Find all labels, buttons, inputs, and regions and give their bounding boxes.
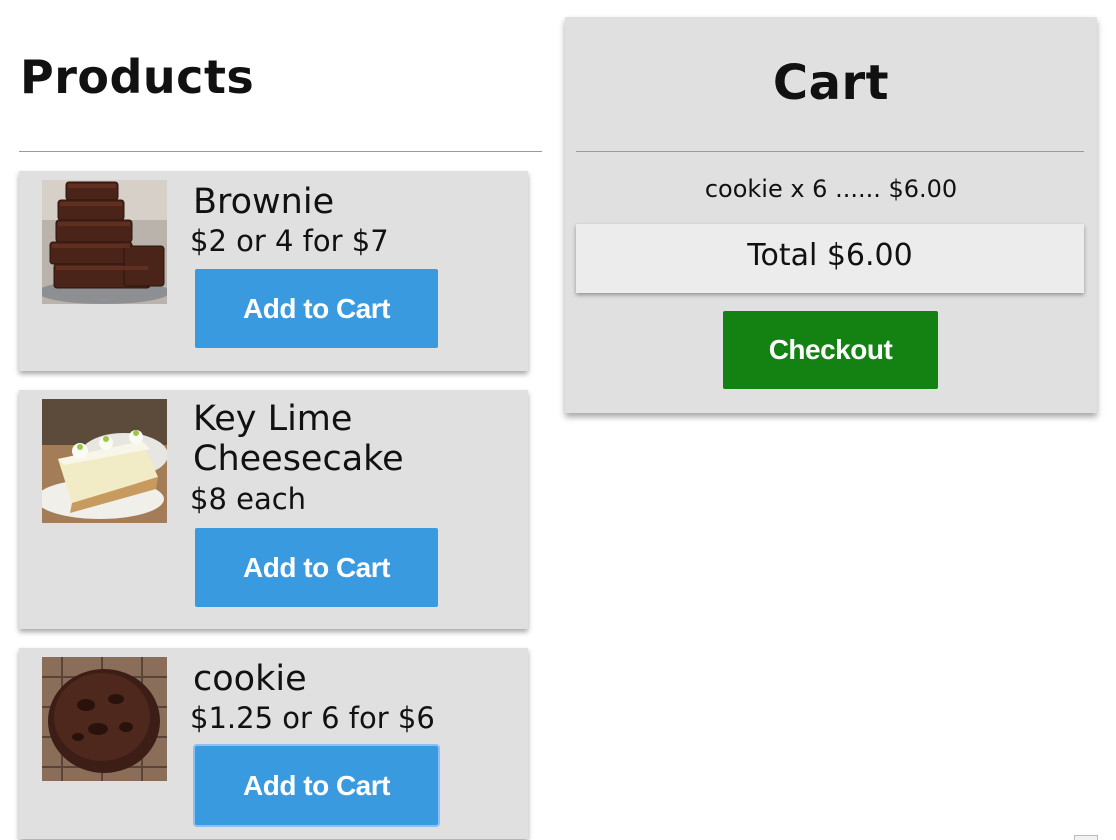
product-name: Brownie — [193, 182, 335, 222]
cart-title: Cart — [772, 55, 890, 111]
add-to-cart-button-key-lime-cheesecake[interactable]: Add to Cart — [195, 528, 438, 607]
cart-line-item: cookie x 6 ...... $6.00 — [704, 175, 958, 203]
cookie-image — [42, 657, 167, 781]
product-price: $8 each — [190, 482, 307, 516]
product-name: Key Lime Cheesecake — [193, 399, 404, 479]
products-divider — [19, 151, 542, 152]
brownie-image — [42, 180, 167, 304]
product-card-key-lime-cheesecake: Key Lime Cheesecake $8 each Add to Cart — [19, 390, 528, 629]
product-price: $2 or 4 for $7 — [190, 224, 389, 258]
cart-total: Total $6.00 — [747, 238, 913, 273]
checkout-button[interactable]: Checkout — [723, 311, 938, 389]
scroll-corner — [1074, 835, 1098, 840]
product-name: cookie — [193, 659, 307, 699]
cart-divider — [576, 151, 1084, 152]
product-card-brownie: Brownie $2 or 4 for $7 Add to Cart — [19, 171, 528, 371]
product-card-cookie: cookie $1.25 or 6 for $6 Add to Cart — [19, 648, 528, 839]
add-to-cart-button-cookie[interactable]: Add to Cart — [195, 746, 438, 825]
product-price: $1.25 or 6 for $6 — [190, 701, 435, 735]
add-to-cart-button-brownie[interactable]: Add to Cart — [195, 269, 438, 348]
cart-panel: Cart cookie x 6 ...... $6.00 Total $6.00… — [565, 17, 1097, 413]
products-title: Products — [20, 50, 255, 104]
cheesecake-image — [42, 399, 167, 523]
cart-total-box: Total $6.00 — [576, 224, 1084, 293]
